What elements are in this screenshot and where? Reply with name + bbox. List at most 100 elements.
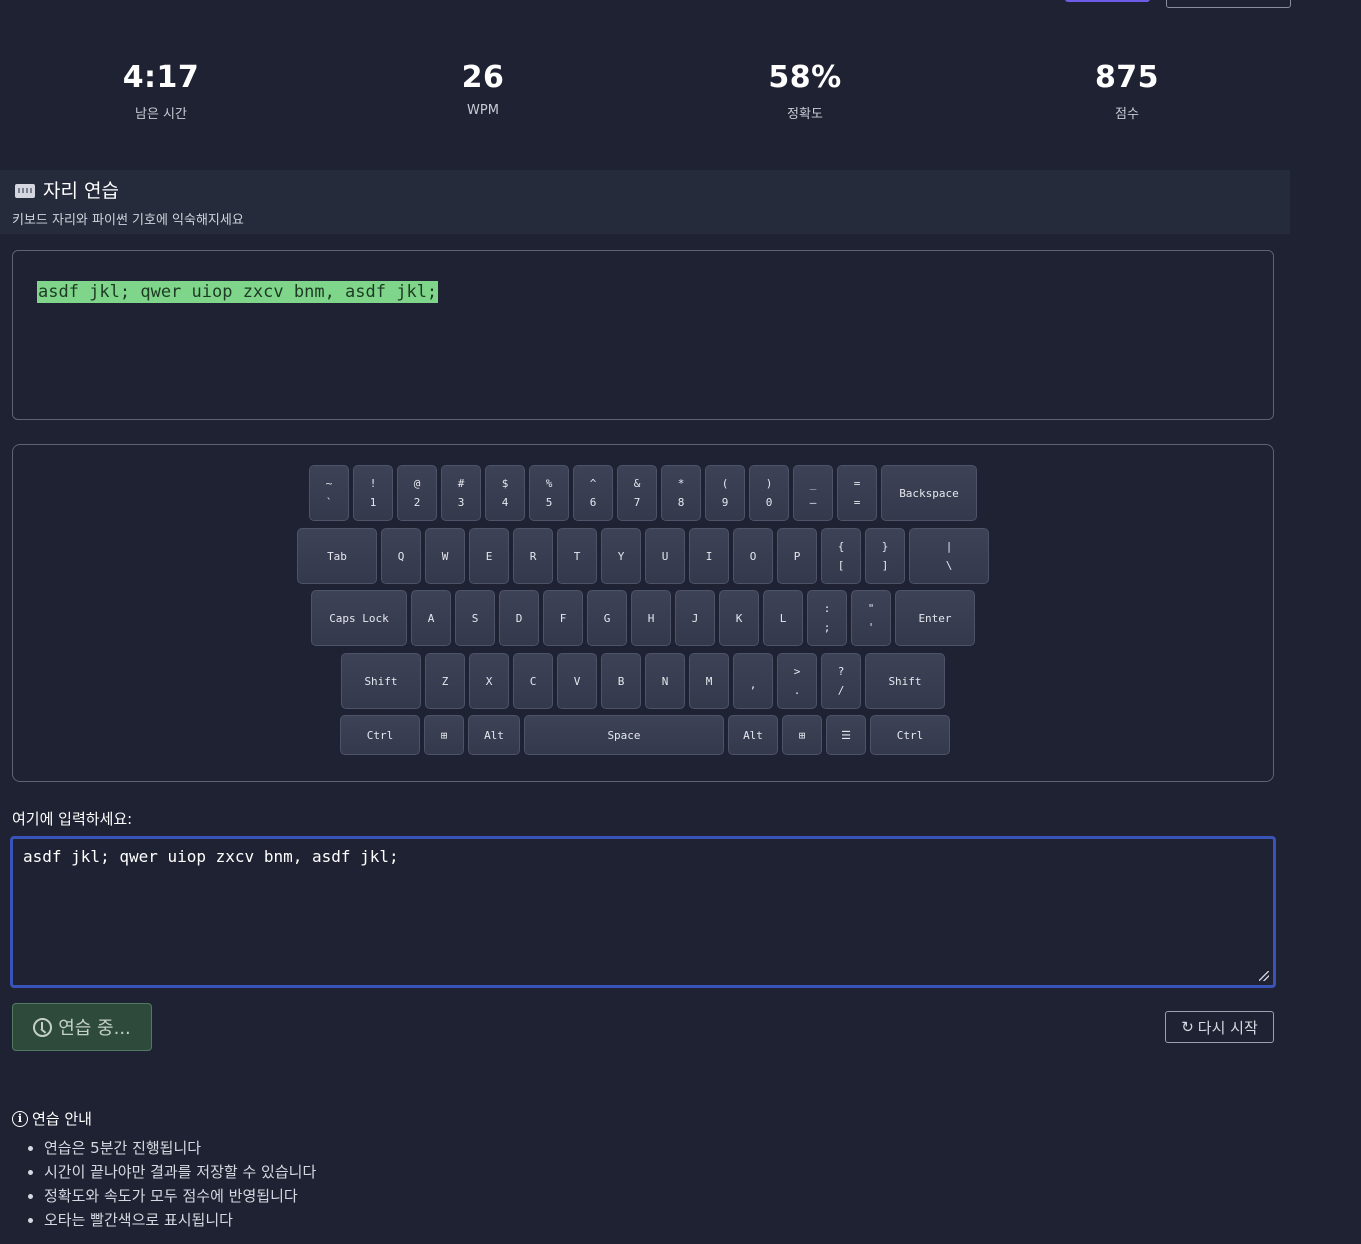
key--: _ – [793,465,833,521]
key-label: # [457,477,465,490]
key-label: $ [501,477,509,490]
key-k: K [719,590,759,646]
key-sub-label: \ [945,559,953,572]
key-label: M [705,674,713,688]
section-header: 자리 연습 키보드 자리와 파이썬 기호에 익숙해지세요 [0,170,1290,234]
guide-title: i 연습 안내 [12,1108,92,1129]
key-label: ~ [325,477,333,490]
key-label: N [661,674,669,688]
key-label: S [471,611,479,625]
key-label: Enter [918,611,952,625]
key-tab: Tab [297,528,377,584]
key-label: I [705,549,713,563]
key-f: F [543,590,583,646]
key--: , [733,653,773,709]
list-item: 오타는 빨간색으로 표시됩니다 [26,1209,316,1233]
key-sub-label: ` [325,496,333,509]
key-g: G [587,590,627,646]
key-label: V [573,674,581,688]
guide-list: 연습은 5분간 진행됩니다 시간이 끝나야만 결과를 저장할 수 있습니다 정확… [26,1137,316,1233]
key-backspace: Backspace [881,465,977,521]
key-label: ^ [589,477,597,490]
key-sub-label: . [793,684,801,697]
key-p: P [777,528,817,584]
key-label: K [735,611,743,625]
key-label: ⊞ [440,728,448,742]
key-label: Space [607,728,641,742]
key-sub-label: 0 [765,496,773,509]
key-label: Caps Lock [329,611,389,625]
key-label: " [867,602,875,615]
key-label: A [427,611,435,625]
stat-value: 58% [768,60,842,95]
key-label: | [945,540,953,553]
resize-handle[interactable] [1259,971,1269,981]
stat-label: 남은 시간 [135,107,187,122]
key-u: U [645,528,685,584]
key-label: Tab [327,549,347,563]
key--: $4 [485,465,525,521]
key-label: ? [837,665,845,678]
key-b: B [601,653,641,709]
info-icon: i [12,1110,28,1127]
key-sub-label: ; [823,621,831,634]
key-i: I [689,528,729,584]
section-subtitle: 키보드 자리와 파이썬 기호에 익숙해지세요 [12,213,244,228]
key-m: M [689,653,729,709]
key-label: ! [369,477,377,490]
key-label: O [749,549,757,563]
key-z: Z [425,653,465,709]
list-item: 정확도와 속도가 모두 점수에 반영됩니다 [26,1185,316,1209]
stats-bar: 4:17 남은 시간 26 WPM 58% 정확도 875 점수 [0,60,1290,122]
key--: ^ 6 [573,465,613,521]
stat-label: WPM [467,103,499,118]
stat-value: 875 [1094,60,1160,95]
key-n: N [645,653,685,709]
key-alt: Alt [728,715,778,755]
key-d: D [499,590,539,646]
restart-button[interactable]: ↻ 다시 시작 [1165,1011,1274,1043]
key-ctrl: Ctrl [340,715,420,755]
key-space: Space [524,715,724,755]
top-primary-button[interactable] [1065,0,1150,2]
guide-title-text: 연습 안내 [32,1110,92,1128]
key-w: W [425,528,465,584]
key-alt: Alt [468,715,520,755]
stat-time-left: 4:17 남은 시간 [0,60,322,122]
key--: ☰ [826,715,866,755]
keyboard-icon [15,184,35,198]
practicing-button[interactable]: 연습 중... [12,1003,152,1051]
key--: ⊞ [424,715,464,755]
top-secondary-button[interactable] [1166,0,1291,8]
key-label: E [485,549,493,563]
restart-icon: ↻ [1181,1018,1194,1036]
key-sub-label: 4 [501,496,509,509]
key-sub-label: ] [881,559,889,572]
key-label: { [837,540,845,553]
key-label: Ctrl [366,728,394,742]
key-label: : [823,602,831,615]
key-label: ( [721,477,729,490]
practicing-label: 연습 중... [58,1018,131,1039]
key-label: J [691,611,699,625]
key-label: % [545,477,553,490]
list-item: 시간이 끝나야만 결과를 저장할 수 있습니다 [26,1161,316,1185]
key-shift: Shift [341,653,421,709]
key-v: V [557,653,597,709]
key-sub-label: 6 [589,496,597,509]
key-label: C [529,674,537,688]
key-label: W [441,549,449,563]
key-label: } [881,540,889,553]
key-label: Shift [888,674,922,688]
key-label: Backspace [899,486,959,500]
key-label: Ctrl [896,728,924,742]
section-title: 자리 연습 [43,180,119,202]
target-text-box: asdf jkl; qwer uiop zxcv bnm, asdf jkl; [12,250,1274,420]
key-caps-lock: Caps Lock [311,590,407,646]
key-label: Z [441,674,449,688]
typing-input[interactable]: asdf jkl; qwer uiop zxcv bnm, asdf jkl; [10,836,1276,988]
key-sub-label: 5 [545,496,553,509]
stat-value: 4:17 [122,60,200,95]
key-ctrl: Ctrl [870,715,950,755]
list-item: 연습은 5분간 진행됩니다 [26,1137,316,1161]
